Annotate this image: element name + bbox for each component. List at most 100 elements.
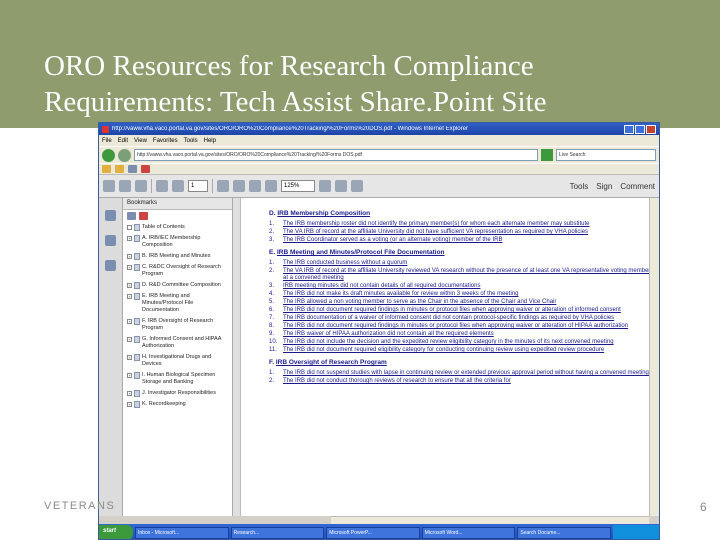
item-link[interactable]: The VA IRB of record at the affiliate Un… <box>283 229 588 236</box>
finding-item[interactable]: 8. The IRB did not document required find… <box>269 323 651 330</box>
item-link[interactable]: IRB meeting minutes did not contain deta… <box>283 283 480 290</box>
refresh-icon[interactable] <box>541 149 553 161</box>
zoom-field[interactable]: 125% <box>281 180 315 192</box>
item-link[interactable]: The IRB conducted business without a quo… <box>283 260 407 267</box>
finding-item[interactable]: 3. IRB meeting minutes did not contain de… <box>269 283 651 290</box>
attachment-icon[interactable] <box>105 235 116 246</box>
expand-icon[interactable]: + <box>127 254 132 259</box>
address-input[interactable]: http://vaww.vha.vaco.portal.va.gov/sites… <box>134 149 538 161</box>
search-input[interactable]: Live Search <box>556 149 656 161</box>
finding-item[interactable]: 5. The IRB allowed a non voting member to… <box>269 299 651 306</box>
back-icon[interactable] <box>102 148 115 162</box>
bookmark-panel-icon[interactable] <box>105 210 116 221</box>
taskbar-item[interactable]: Microsoft Word... <box>421 526 516 539</box>
expand-icon[interactable]: + <box>127 355 132 360</box>
section-heading[interactable]: F. IRB Oversight of Research Program <box>269 359 651 366</box>
finding-item[interactable]: 2. The IRB did not conduct thorough revie… <box>269 378 651 385</box>
favorites-star-icon[interactable] <box>102 165 111 173</box>
expand-icon[interactable]: + <box>127 337 132 342</box>
menu-view[interactable]: View <box>134 138 147 144</box>
bookmark-item[interactable]: + B. IRB Meeting and Minutes <box>127 253 230 260</box>
finding-item[interactable]: 10. The IRB did not include the decision … <box>269 339 651 346</box>
item-link[interactable]: The IRB did not include the decision and… <box>283 339 614 346</box>
select-icon[interactable] <box>217 180 229 192</box>
add-favorites-icon[interactable] <box>115 165 124 173</box>
expand-icon[interactable]: + <box>127 283 132 288</box>
pdf-icon[interactable] <box>141 165 150 173</box>
finding-item[interactable]: 1. The IRB did not suspend studies with l… <box>269 370 651 377</box>
menu-edit[interactable]: Edit <box>118 138 128 144</box>
item-link[interactable]: The IRB membership roster did not identi… <box>283 221 589 228</box>
expand-icon[interactable]: + <box>127 373 132 378</box>
maximize-icon[interactable] <box>635 124 645 134</box>
zoom-in-icon[interactable] <box>265 180 277 192</box>
taskbar-item[interactable]: Microsoft PowerP... <box>326 526 420 539</box>
comment-button[interactable]: Comment <box>620 182 655 191</box>
finding-item[interactable]: 7. The IRB documentation of a waiver of i… <box>269 315 651 322</box>
expand-icon[interactable]: + <box>127 319 132 324</box>
delete-bookmark-icon[interactable] <box>139 212 148 220</box>
expand-icon[interactable]: + <box>127 294 132 299</box>
item-link[interactable]: The IRB did not document required findin… <box>283 307 621 314</box>
section-heading[interactable]: D. IRB Membership Composition <box>269 210 651 217</box>
system-tray[interactable] <box>612 525 659 539</box>
section-heading[interactable]: E. IRB Meeting and Minutes/Protocol File… <box>269 249 651 256</box>
expand-icon[interactable] <box>127 225 132 230</box>
finding-item[interactable]: 1. The IRB conducted business without a q… <box>269 260 651 267</box>
item-link[interactable]: The IRB documentation of a waiver of inf… <box>283 315 614 322</box>
item-link[interactable]: The IRB did not suspend studies with lap… <box>283 370 649 377</box>
finding-item[interactable]: 2. The VA IRB of record at the affiliate … <box>269 268 651 282</box>
fit-width-icon[interactable] <box>335 180 347 192</box>
menu-favorites[interactable]: Favorites <box>153 138 178 144</box>
item-link[interactable]: The IRB allowed a non voting member to s… <box>283 299 556 306</box>
finding-item[interactable]: 6. The IRB did not document required find… <box>269 307 651 314</box>
finding-item[interactable]: 1. The IRB membership roster did not iden… <box>269 221 651 228</box>
save-icon[interactable] <box>103 180 115 192</box>
taskbar-item[interactable]: Inbox - Microsoft... <box>135 526 229 539</box>
bookmark-item[interactable]: + D. R&D Committee Composition <box>127 282 230 289</box>
section-title[interactable]: IRB Oversight of Research Program <box>276 359 387 366</box>
fit-page-icon[interactable] <box>319 180 331 192</box>
item-link[interactable]: The IRB did not document required eligib… <box>283 347 604 354</box>
bookmark-options-icon[interactable] <box>127 212 136 220</box>
pages-icon[interactable] <box>105 260 116 271</box>
page-number-field[interactable]: 1 <box>188 180 208 192</box>
next-page-icon[interactable] <box>172 180 184 192</box>
expand-icon[interactable]: + <box>127 391 132 396</box>
taskbar-item[interactable]: Search Docume... <box>517 526 611 539</box>
bookmark-item[interactable]: + G. Informed Consent and HIPAA Authoriza… <box>127 336 230 350</box>
item-link[interactable]: The IRB waiver of HIPAA authorization di… <box>283 331 494 338</box>
zoom-out-icon[interactable] <box>249 180 261 192</box>
bookmark-item[interactable]: + I. Human Biological Specimen Storage an… <box>127 372 230 386</box>
expand-icon[interactable]: + <box>127 236 132 241</box>
finding-item[interactable]: 9. The IRB waiver of HIPAA authorization … <box>269 331 651 338</box>
prev-page-icon[interactable] <box>156 180 168 192</box>
finding-item[interactable]: 3. The IRB Coordinator served as a voting… <box>269 237 651 244</box>
print-icon[interactable] <box>119 180 131 192</box>
section-title[interactable]: IRB Meeting and Minutes/Protocol File Do… <box>277 249 445 256</box>
expand-icon[interactable]: + <box>127 402 132 407</box>
taskbar-item[interactable]: Research... <box>230 526 325 539</box>
bookmark-item[interactable]: Table of Contents <box>127 224 230 231</box>
item-link[interactable]: The IRB Coordinator served as a voting (… <box>283 237 502 244</box>
bookmark-item[interactable]: + J. Investigator Responsibilities <box>127 390 230 397</box>
finding-item[interactable]: 4. The IRB did not make its draft minutes… <box>269 291 651 298</box>
menu-file[interactable]: File <box>102 138 112 144</box>
item-link[interactable]: The IRB did not conduct thorough reviews… <box>283 378 511 385</box>
bookmark-item[interactable]: + A. IRB/IEC Membership Composition <box>127 235 230 249</box>
bookmark-item[interactable]: + H. Investigational Drugs and Devices <box>127 354 230 368</box>
menu-help[interactable]: Help <box>204 138 216 144</box>
item-link[interactable]: The IRB did not document required findin… <box>283 323 628 330</box>
comment-icon[interactable] <box>351 180 363 192</box>
finding-item[interactable]: 2. The VA IRB of record at the affiliate … <box>269 229 651 236</box>
horizontal-scrollbar[interactable] <box>331 516 649 524</box>
tab-icon[interactable] <box>128 165 137 173</box>
sign-button[interactable]: Sign <box>596 182 612 191</box>
tools-button[interactable]: Tools <box>570 182 589 191</box>
item-link[interactable]: The VA IRB of record at the affiliate Un… <box>283 268 651 282</box>
pane-splitter[interactable] <box>233 198 241 516</box>
section-title[interactable]: IRB Membership Composition <box>277 210 370 217</box>
forward-icon[interactable] <box>118 148 131 162</box>
start-button[interactable]: start <box>99 525 133 539</box>
expand-icon[interactable]: + <box>127 265 132 270</box>
